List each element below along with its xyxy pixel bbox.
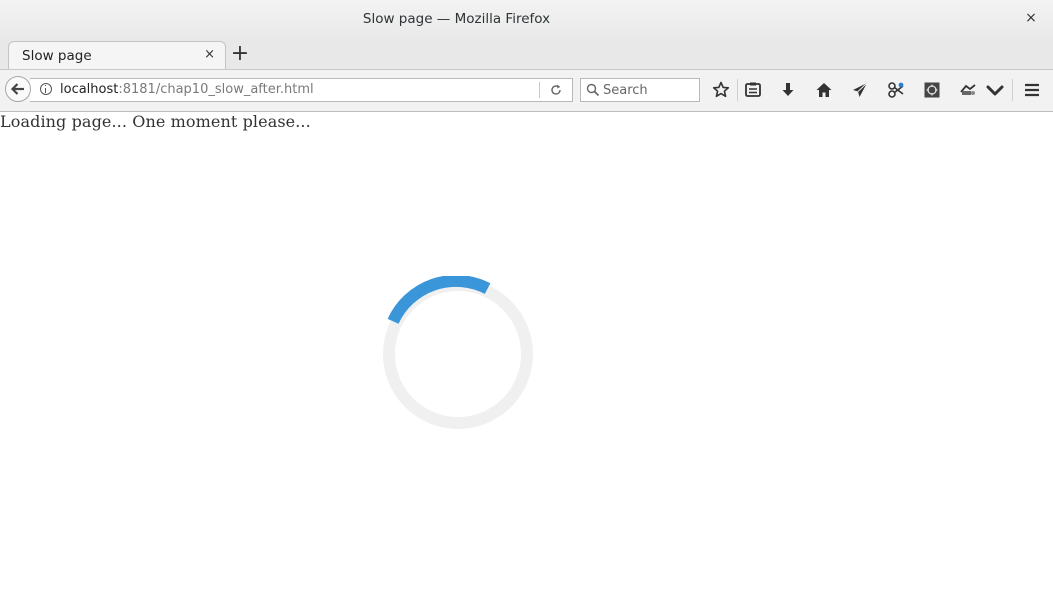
search-icon bbox=[586, 83, 600, 97]
new-tab-button[interactable]: + bbox=[229, 43, 251, 67]
extension-icon[interactable] bbox=[886, 80, 906, 100]
url-bar[interactable]: localhost:8181/chap10_slow_after.html bbox=[30, 78, 573, 102]
loading-spinner bbox=[383, 276, 533, 429]
send-icon[interactable] bbox=[850, 80, 870, 100]
screenshot-icon[interactable] bbox=[922, 80, 942, 100]
url-text[interactable]: localhost:8181/chap10_slow_after.html bbox=[60, 82, 314, 97]
bookmark-star-icon[interactable] bbox=[711, 80, 731, 100]
page-content: Loading page... One moment please... bbox=[0, 112, 1053, 598]
back-arrow-icon bbox=[10, 83, 24, 95]
toolbar-separator bbox=[1012, 79, 1013, 101]
window-titlebar: Slow page — Mozilla Firefox × bbox=[0, 0, 1053, 40]
tab-strip: Slow page × bbox=[0, 40, 1053, 70]
toolbar-separator bbox=[737, 79, 738, 101]
window-close-button[interactable]: × bbox=[1023, 9, 1039, 27]
search-input[interactable] bbox=[603, 80, 695, 100]
site-info-icon[interactable] bbox=[40, 83, 52, 95]
download-icon[interactable] bbox=[778, 80, 798, 100]
reload-icon[interactable] bbox=[549, 82, 563, 98]
url-path: :8181/chap10_slow_after.html bbox=[118, 82, 314, 97]
home-icon[interactable] bbox=[814, 80, 834, 100]
search-bar[interactable] bbox=[580, 78, 700, 102]
pocket-icon[interactable] bbox=[985, 80, 1005, 100]
url-separator bbox=[539, 82, 540, 98]
loading-message: Loading page... One moment please... bbox=[0, 112, 311, 131]
url-host: localhost bbox=[60, 82, 119, 97]
extension-2-icon[interactable] bbox=[958, 80, 978, 100]
tab-close-icon[interactable]: × bbox=[204, 47, 215, 62]
hamburger-menu-icon[interactable] bbox=[1022, 80, 1042, 100]
back-button[interactable] bbox=[5, 76, 31, 102]
tab-slow-page[interactable]: Slow page × bbox=[8, 41, 226, 69]
navigation-toolbar: localhost:8181/chap10_slow_after.html bbox=[0, 70, 1053, 112]
reading-list-icon[interactable] bbox=[743, 80, 763, 100]
tab-label: Slow page bbox=[22, 48, 92, 64]
window-title: Slow page — Mozilla Firefox bbox=[362, 11, 551, 27]
